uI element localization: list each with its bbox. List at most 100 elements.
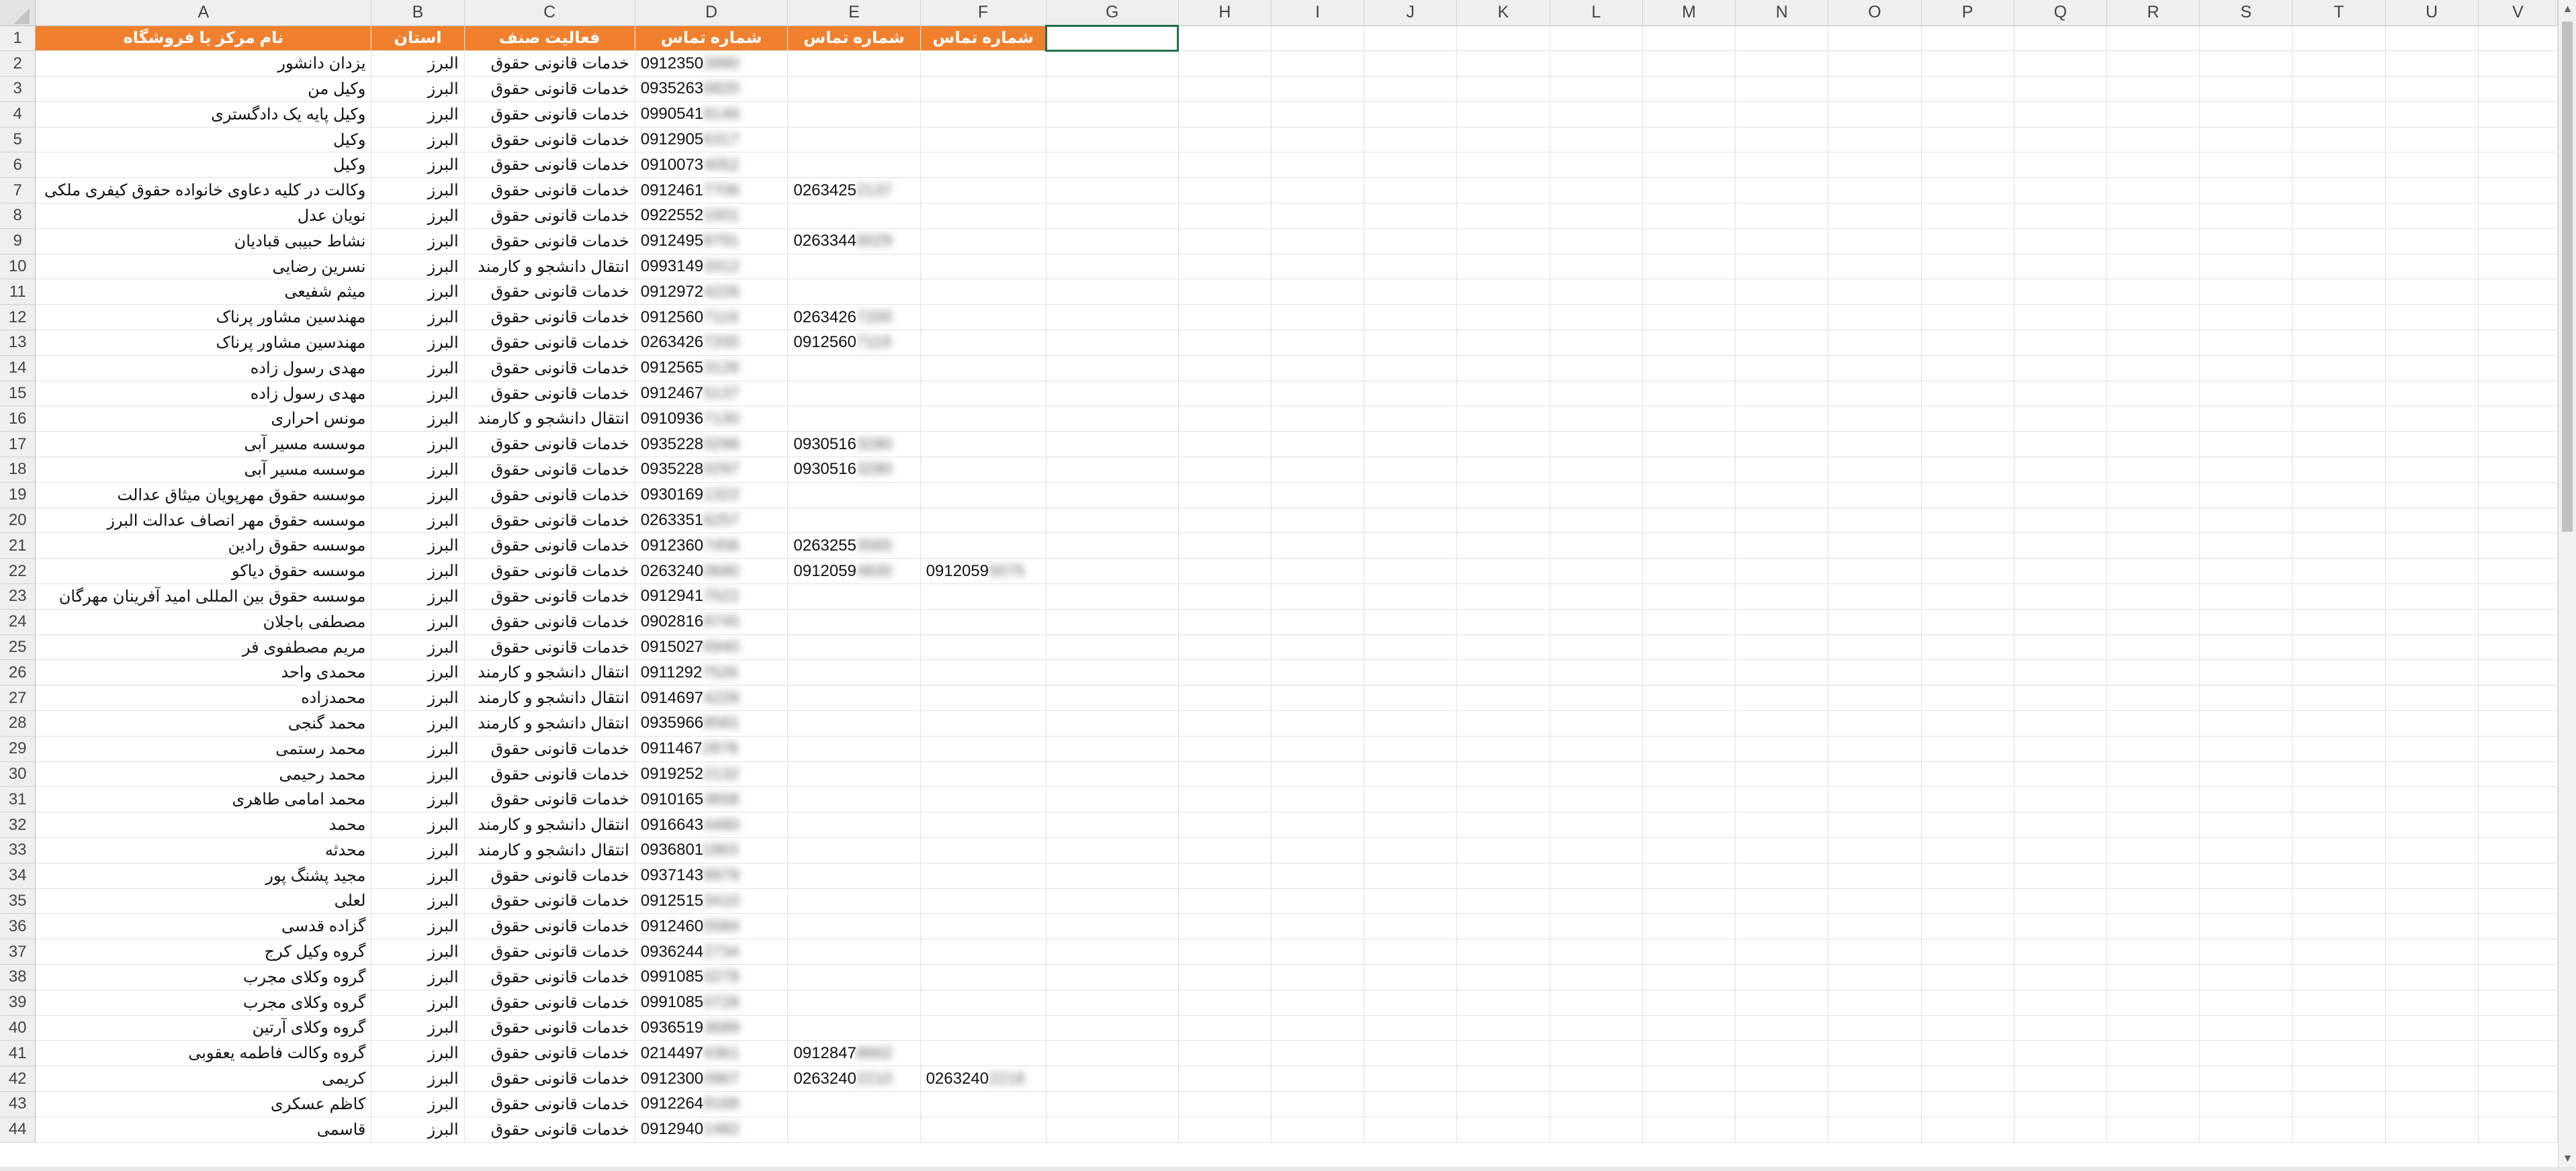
cell[interactable] bbox=[1642, 939, 1736, 965]
cell[interactable] bbox=[2292, 609, 2386, 635]
cell[interactable] bbox=[1046, 1040, 1179, 1067]
cell-phone-3[interactable] bbox=[920, 837, 1047, 863]
row-number[interactable]: 20 bbox=[0, 508, 36, 534]
cell[interactable] bbox=[1642, 1117, 1736, 1143]
cell[interactable] bbox=[2478, 177, 2558, 204]
cell-phone-2[interactable] bbox=[787, 127, 921, 153]
cell[interactable] bbox=[1828, 837, 1922, 863]
cell[interactable] bbox=[1271, 736, 1365, 762]
cell[interactable] bbox=[1178, 203, 1272, 229]
cell[interactable] bbox=[2106, 609, 2201, 635]
cell[interactable] bbox=[2292, 863, 2386, 889]
row-number[interactable]: 24 bbox=[0, 609, 36, 635]
cell-province[interactable]: البرز bbox=[371, 558, 465, 585]
row-number[interactable]: 5 bbox=[0, 127, 36, 153]
cell-phone-1[interactable]: 09352636820 bbox=[635, 76, 789, 102]
cell[interactable] bbox=[1364, 76, 1458, 102]
cell[interactable] bbox=[1271, 1015, 1365, 1041]
row-number[interactable]: 2 bbox=[0, 50, 36, 77]
row-number[interactable]: 10 bbox=[0, 254, 36, 280]
row-number[interactable]: 11 bbox=[0, 279, 36, 306]
cell[interactable] bbox=[1828, 710, 1922, 737]
cell[interactable] bbox=[1642, 203, 1736, 229]
cell-phone-2[interactable] bbox=[787, 635, 921, 661]
row-number[interactable]: 14 bbox=[0, 355, 36, 381]
cell[interactable] bbox=[1178, 508, 1272, 534]
row-number[interactable]: 32 bbox=[0, 812, 36, 838]
cell[interactable] bbox=[1178, 939, 1272, 965]
cell[interactable] bbox=[1046, 939, 1179, 965]
cell[interactable] bbox=[1735, 964, 1829, 990]
cell[interactable] bbox=[1364, 939, 1458, 965]
cell[interactable] bbox=[1046, 736, 1179, 762]
cell[interactable] bbox=[1456, 939, 1550, 965]
cell-phone-3[interactable] bbox=[920, 736, 1047, 762]
cell-phone-3[interactable] bbox=[920, 406, 1047, 432]
cell-store-name[interactable]: گروه وکیل کرج bbox=[35, 939, 372, 965]
cell-phone-1[interactable]: 09352280298 bbox=[635, 431, 789, 458]
header-cell-phone-1[interactable]: شماره تماس bbox=[635, 26, 789, 52]
cell[interactable] bbox=[2292, 837, 2386, 863]
cell[interactable] bbox=[2199, 685, 2293, 712]
cell[interactable] bbox=[2385, 152, 2479, 179]
header-cell-phone-3[interactable]: شماره تماس bbox=[920, 26, 1047, 52]
row-number[interactable]: 13 bbox=[0, 330, 36, 356]
cell[interactable] bbox=[1642, 736, 1736, 762]
cell[interactable] bbox=[1456, 1015, 1550, 1041]
cell[interactable] bbox=[1921, 177, 2014, 204]
cell-province[interactable]: البرز bbox=[371, 228, 465, 254]
cell-store-name[interactable]: مونس احراری bbox=[35, 406, 372, 432]
cell-activity[interactable]: خدمات قانونی حقوق bbox=[464, 609, 635, 635]
cell[interactable] bbox=[1642, 964, 1736, 990]
cell[interactable] bbox=[1456, 508, 1550, 534]
cell[interactable] bbox=[1046, 635, 1179, 661]
cell-activity[interactable]: خدمات قانونی حقوق bbox=[464, 457, 635, 483]
cell[interactable] bbox=[1642, 761, 1736, 788]
cell[interactable] bbox=[1921, 1015, 2014, 1041]
cell-activity[interactable]: خدمات قانونی حقوق bbox=[464, 939, 635, 965]
cell-store-name[interactable]: وکالت در کلیه دعاوی خانواده حقوق کیفری م… bbox=[35, 177, 372, 204]
cell[interactable] bbox=[1642, 659, 1736, 686]
cell-store-name[interactable]: لعلی bbox=[35, 888, 372, 915]
cell[interactable] bbox=[1178, 1091, 1272, 1117]
cell[interactable] bbox=[1550, 888, 1643, 915]
cell-phone-2[interactable] bbox=[787, 609, 921, 635]
cell[interactable] bbox=[1364, 304, 1458, 331]
row-number[interactable]: 29 bbox=[0, 736, 36, 762]
cell[interactable] bbox=[1456, 1091, 1550, 1117]
cell[interactable] bbox=[2106, 888, 2201, 915]
cell[interactable] bbox=[1642, 355, 1736, 381]
cell[interactable] bbox=[2478, 1040, 2558, 1067]
cell-phone-1[interactable]: 09123000967 bbox=[635, 1066, 789, 1092]
cell-phone-1[interactable]: 09301691322 bbox=[635, 482, 789, 508]
cell[interactable] bbox=[1456, 1040, 1550, 1067]
cell-activity[interactable]: خدمات قانونی حقوق bbox=[464, 279, 635, 306]
cell-store-name[interactable]: گروه وکلای آرتین bbox=[35, 1015, 372, 1041]
cell-activity[interactable]: خدمات قانونی حقوق bbox=[464, 1117, 635, 1143]
cell-store-name[interactable]: محمد امامی طاهری bbox=[35, 786, 372, 813]
select-all-button[interactable] bbox=[0, 0, 36, 26]
row-number[interactable]: 18 bbox=[0, 457, 36, 483]
row-number[interactable]: 43 bbox=[0, 1091, 36, 1117]
cell[interactable] bbox=[1921, 1066, 2014, 1092]
cell-phone-2[interactable]: 02632553565 bbox=[787, 532, 921, 559]
cell-province[interactable]: البرز bbox=[371, 50, 465, 77]
cell[interactable] bbox=[1550, 609, 1643, 635]
cell[interactable] bbox=[2478, 406, 2558, 432]
cell[interactable] bbox=[2292, 786, 2386, 813]
cell[interactable] bbox=[1735, 583, 1829, 610]
cell[interactable] bbox=[1046, 710, 1179, 737]
cell[interactable] bbox=[1046, 406, 1179, 432]
cell-phone-2[interactable] bbox=[787, 990, 921, 1016]
cell[interactable] bbox=[1271, 457, 1365, 483]
cell[interactable] bbox=[2385, 355, 2479, 381]
cell[interactable] bbox=[2106, 761, 2201, 788]
cell[interactable] bbox=[2478, 990, 2558, 1016]
cell[interactable] bbox=[1364, 228, 1458, 254]
row-number[interactable]: 4 bbox=[0, 101, 36, 128]
cell[interactable] bbox=[1364, 1117, 1458, 1143]
cell[interactable] bbox=[2106, 152, 2201, 179]
cell[interactable] bbox=[2292, 761, 2386, 788]
cell[interactable] bbox=[1735, 330, 1829, 356]
cell[interactable] bbox=[2014, 26, 2107, 52]
